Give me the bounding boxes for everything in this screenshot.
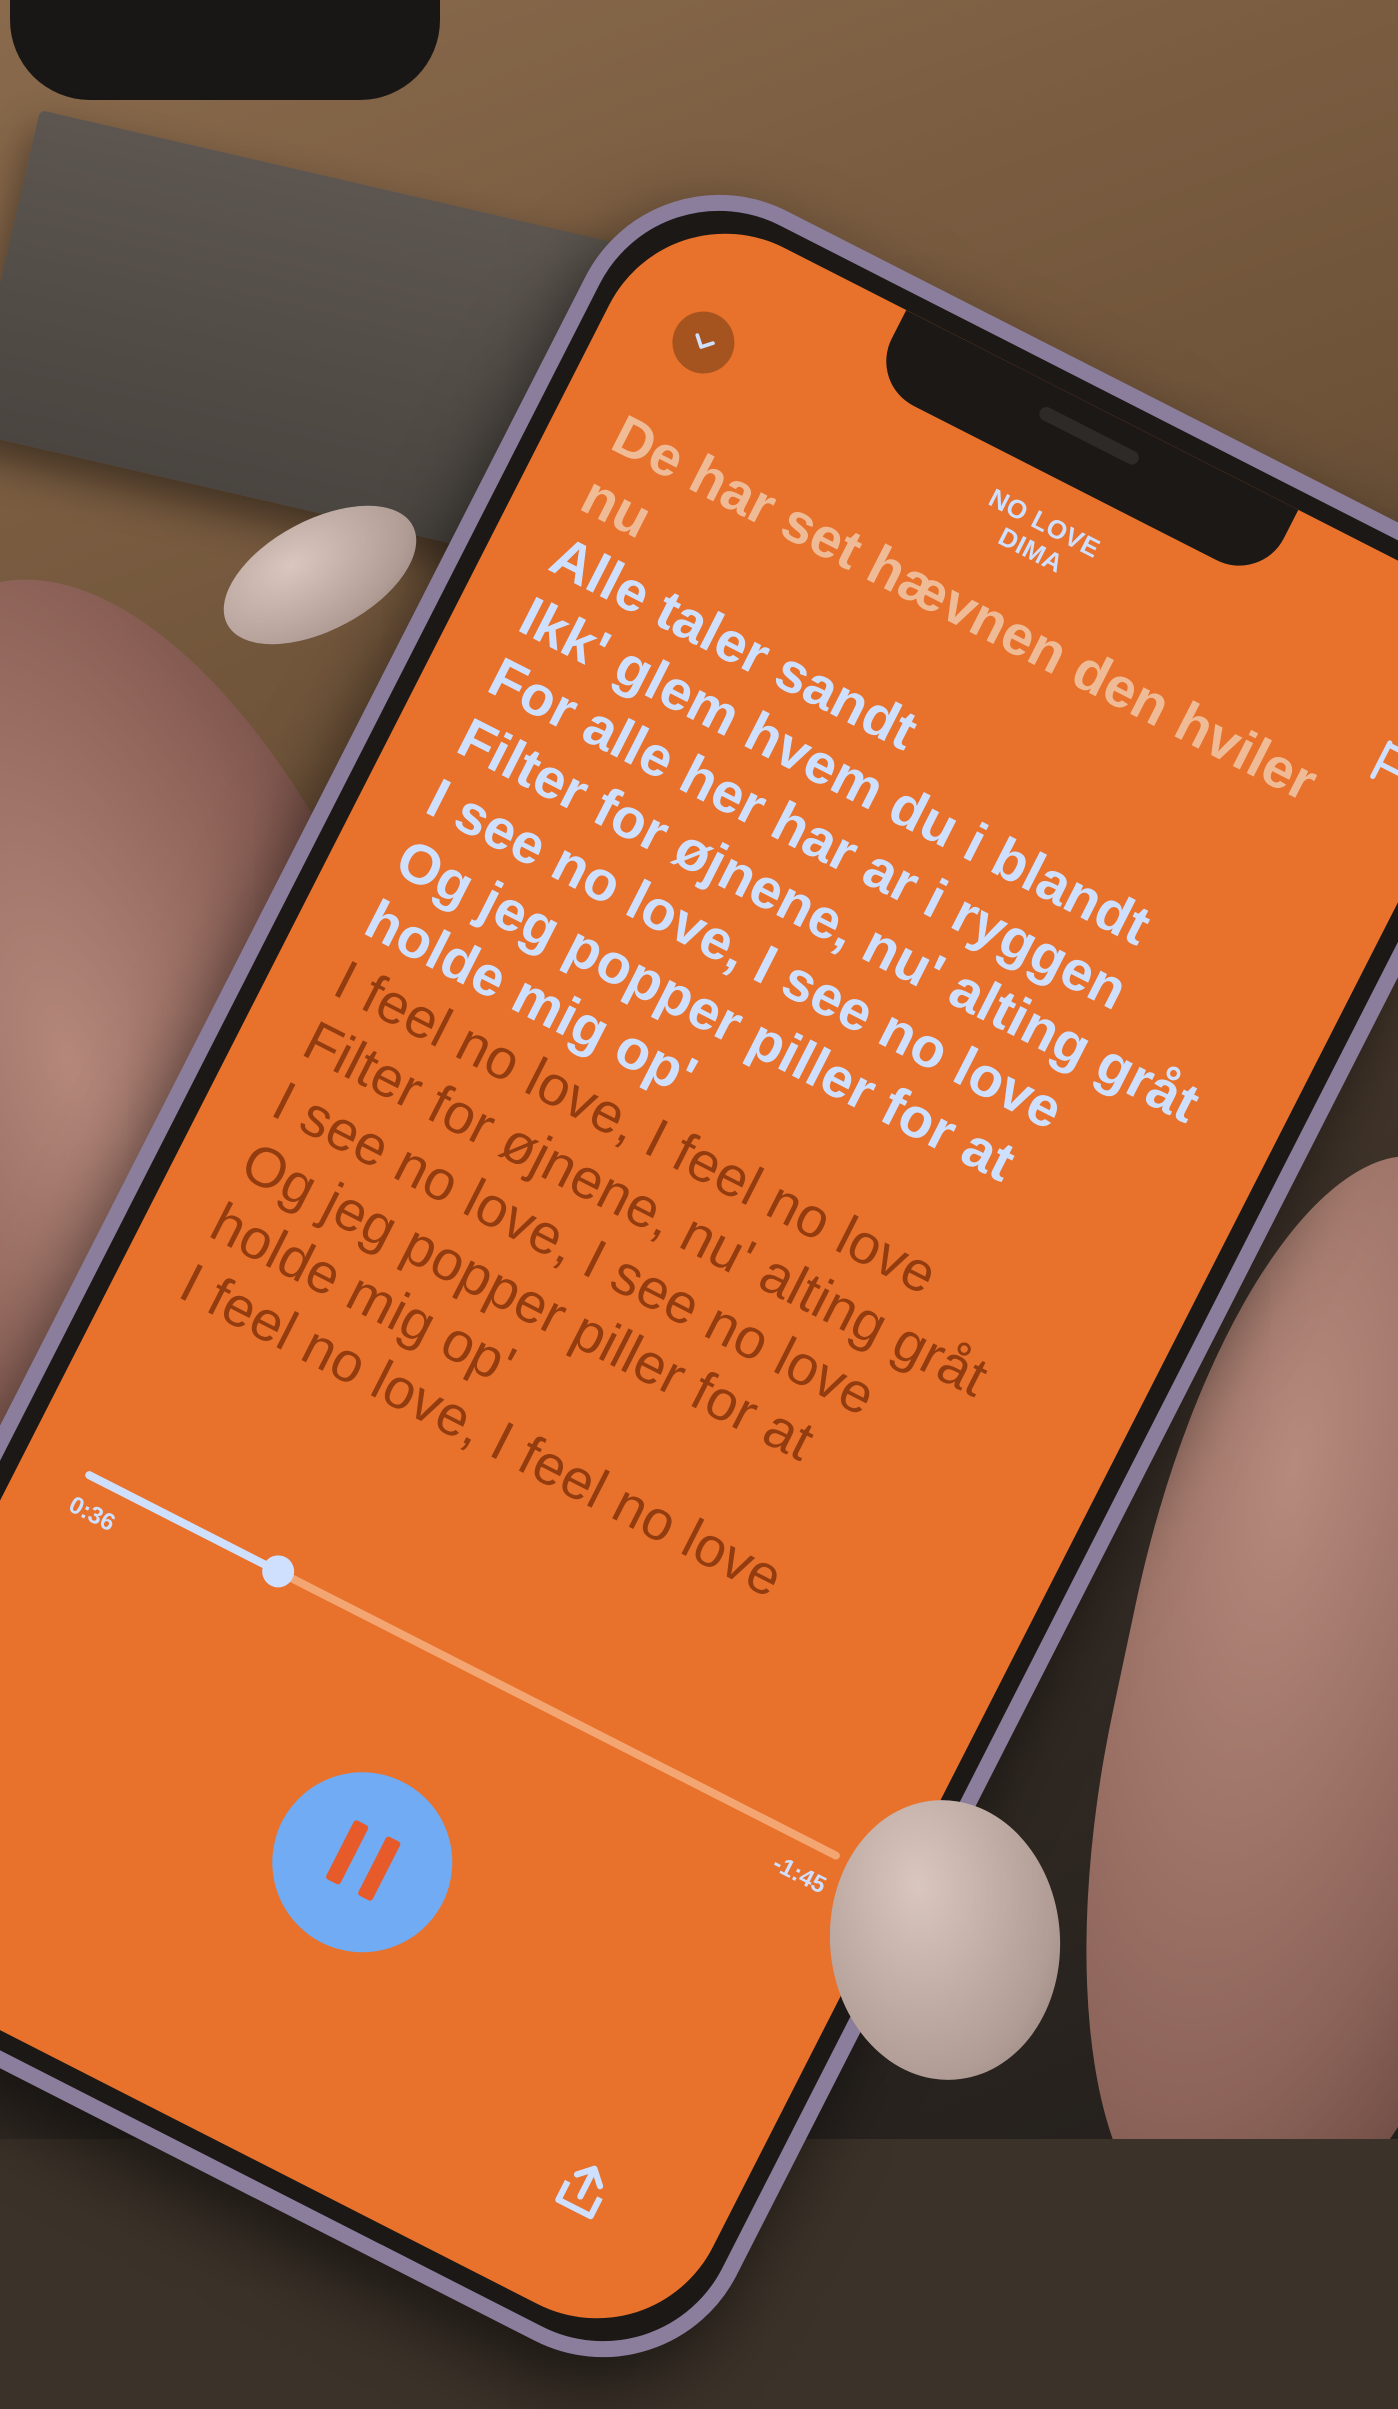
share-icon[interactable]: [542, 2148, 625, 2231]
time-remaining: -1:45: [768, 1849, 831, 1900]
pause-button[interactable]: [241, 1741, 484, 1984]
speaker: [1036, 404, 1142, 467]
progress-thumb[interactable]: [256, 1549, 300, 1593]
pause-icon: [314, 1814, 410, 1910]
time-elapsed: 0:36: [64, 1491, 120, 1538]
cup: [10, 0, 440, 100]
